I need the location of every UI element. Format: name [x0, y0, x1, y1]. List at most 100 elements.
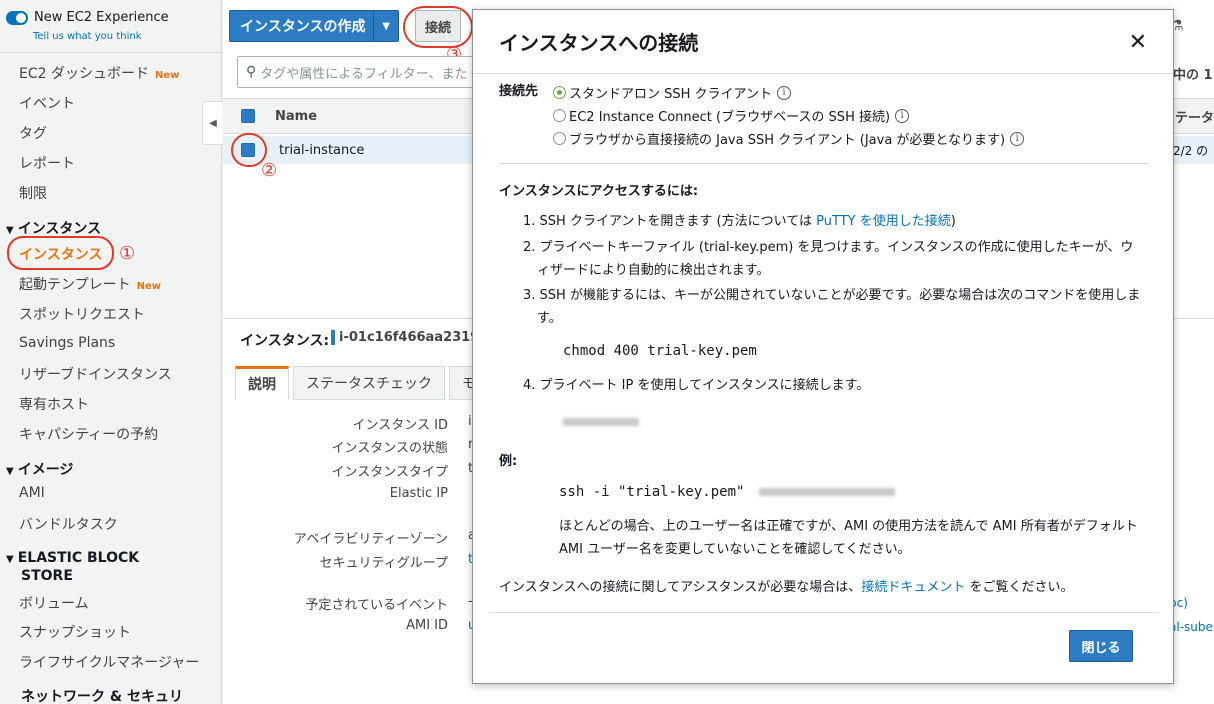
step-1: 1. SSH クライアントを開きます (方法については PuTTY を使用した接…: [523, 210, 1143, 233]
table-header: Name: [223, 98, 483, 134]
sidebar-item-launch-templates[interactable]: 起動テンプレート New: [19, 274, 161, 294]
annotation-number-1: ①: [119, 243, 136, 264]
prop-label: 予定されているイベント: [305, 598, 448, 613]
sidebar-item-limits[interactable]: 制限: [19, 183, 47, 203]
radio-label: スタンドアロン SSH クライアント: [569, 87, 773, 102]
close-icon[interactable]: ✕: [1129, 30, 1147, 55]
annotation-number-2: ②: [261, 160, 278, 181]
chmod-command: chmod 400 trial-key.pem: [563, 343, 757, 359]
caret-down-icon: ▼: [6, 225, 14, 236]
help-text: をご覧ください。: [965, 580, 1074, 595]
ssh-example-command: ssh -i "trial-key.pem": [559, 484, 895, 500]
prop-label: Elastic IP: [389, 486, 448, 501]
sidebar-item-bundle-tasks[interactable]: バンドルタスク: [19, 514, 118, 534]
sidebar-item-ami[interactable]: AMI: [19, 485, 45, 501]
connect-modal: インスタンスへの接続 ✕ 接続先 スタンドアロン SSH クライアント i EC…: [472, 9, 1174, 684]
sidebar-item-volumes[interactable]: ボリューム: [19, 593, 89, 613]
new-badge: New: [154, 70, 180, 81]
info-icon[interactable]: i: [895, 108, 910, 123]
info-icon[interactable]: i: [1010, 131, 1025, 146]
connect-docs-link[interactable]: 接続ドキュメント: [861, 580, 965, 595]
new-experience-toggle-row[interactable]: New EC2 Experience: [6, 10, 169, 25]
sidebar-item-snapshots[interactable]: スナップショット: [19, 622, 131, 642]
sidebar-item-label: EC2 ダッシュボード: [19, 66, 149, 82]
step-4: 4. プライベート IP を使用してインスタンスに接続します。: [523, 378, 870, 393]
divider: [0, 52, 222, 53]
radio-button[interactable]: [553, 132, 566, 145]
sidebar-item-savings-plans[interactable]: Savings Plans: [19, 335, 115, 351]
radio-java-ssh[interactable]: ブラウザから直接接続の Java SSH クライアント (Java が必要となり…: [553, 129, 1025, 148]
modal-header: インスタンスへの接続 ✕: [473, 10, 1173, 74]
vpc-link[interactable]: pc): [1169, 596, 1214, 610]
annotation-circle: [7, 236, 114, 270]
private-ip-redacted: [563, 414, 639, 430]
chevron-left-icon: ◀: [209, 117, 217, 129]
sidebar-item-events[interactable]: イベント: [19, 93, 75, 113]
caret-down-icon[interactable]: ▼: [373, 11, 398, 41]
subnet-link[interactable]: al-sube: [1169, 620, 1214, 634]
sidebar-section-instances[interactable]: ▼ インスタンス: [6, 218, 101, 238]
details-instance-id: i-01c16f466aa23194: [331, 330, 488, 345]
tab-description[interactable]: 説明: [235, 366, 289, 400]
ssh-command-text: ssh -i "trial-key.pem": [559, 484, 745, 500]
step-3: 3. SSH が機能するには、キーが公開されていないことが必要です。必要な場合は…: [523, 288, 1141, 326]
caret-down-icon: ▼: [6, 554, 14, 565]
username-note: ほとんどの場合、上のユーザー名は正確ですが、AMI の使用方法を読んで AMI …: [559, 519, 1138, 557]
details-title: インスタンス:: [240, 333, 330, 349]
toggle-label: New EC2 Experience: [34, 10, 169, 25]
step-text: 1. SSH クライアントを開きます (方法については: [523, 214, 817, 229]
new-badge: New: [136, 281, 161, 292]
step-text: ): [950, 214, 956, 229]
close-button[interactable]: 閉じる: [1069, 630, 1133, 662]
sidebar-item-dashboard[interactable]: EC2 ダッシュボード New: [19, 63, 179, 83]
section-label: ELASTIC BLOCK: [17, 550, 140, 566]
search-icon: ⚲: [246, 64, 257, 80]
sidebar-item-reserved-instances[interactable]: リザーブドインスタンス: [19, 364, 172, 384]
putty-link[interactable]: PuTTY を使用した接続: [816, 214, 951, 229]
select-all-checkbox[interactable]: [241, 109, 255, 123]
sidebar-section-ebs[interactable]: ▼ ELASTIC BLOCK: [6, 550, 139, 566]
sidebar-item-label: 起動テンプレート: [19, 277, 131, 293]
sidebar-item-tags[interactable]: タグ: [19, 123, 47, 143]
info-icon[interactable]: i: [777, 85, 792, 100]
radio-button[interactable]: [553, 109, 566, 122]
radio-label: ブラウザから直接接続の Java SSH クライアント (Java が必要となり…: [569, 133, 1006, 148]
filter-search-input[interactable]: ⚲ タグや属性によるフィルター、また: [237, 56, 477, 88]
column-header-name[interactable]: Name: [275, 109, 317, 124]
prop-label: AMI ID: [406, 618, 448, 633]
modal-title: インスタンスへの接続: [499, 31, 699, 55]
annotation-circle: [403, 6, 473, 48]
prop-label: インスタンスの状態: [331, 441, 448, 456]
sidebar-section-network[interactable]: ネットワーク & セキュリ: [21, 686, 183, 704]
sidebar-item-lifecycle-manager[interactable]: ライフサイクルマネージャー: [19, 652, 199, 672]
connect-to-label: 接続先: [499, 84, 539, 99]
launch-instance-button[interactable]: インスタンスの作成 ▼: [229, 10, 399, 42]
sidebar-section-images[interactable]: ▼ イメージ: [6, 459, 73, 479]
radio-standalone-ssh[interactable]: スタンドアロン SSH クライアント i: [553, 83, 792, 102]
sidebar-item-dedicated-hosts[interactable]: 専有ホスト: [19, 394, 89, 414]
example-label: 例:: [499, 454, 518, 469]
sidebar: New EC2 Experience Tell us what you thin…: [0, 0, 222, 704]
column-header-status[interactable]: テータ: [1173, 98, 1214, 134]
feedback-link[interactable]: Tell us what you think: [33, 31, 142, 42]
details-tabs: 説明 ステータスチェック モ: [235, 366, 493, 400]
toggle-switch[interactable]: [6, 10, 28, 25]
radio-instance-connect[interactable]: EC2 Instance Connect (ブラウザベースの SSH 接続) i: [553, 106, 910, 125]
prop-label: アベイラビリティーゾーン: [293, 532, 448, 547]
pagination-count: 中の 1: [1173, 68, 1213, 83]
section-label: インスタンス: [17, 221, 102, 237]
sidebar-item-spot-requests[interactable]: スポットリクエスト: [19, 304, 145, 324]
collapse-sidebar-button[interactable]: ◀: [202, 101, 224, 145]
step-2: 2. プライベートキーファイル (trial-key.pem) を見つけます。イ…: [523, 240, 1134, 278]
sidebar-item-reports[interactable]: レポート: [19, 153, 75, 173]
divider: [489, 612, 1159, 613]
section-label: イメージ: [17, 462, 74, 478]
search-placeholder: タグや属性によるフィルター、また: [260, 66, 468, 82]
caret-down-icon: ▼: [6, 466, 14, 477]
sidebar-item-capacity-reservations[interactable]: キャパシティーの予約: [19, 424, 158, 444]
status-check-cell: 2/2 の: [1173, 136, 1214, 164]
tab-status-checks[interactable]: ステータスチェック: [293, 366, 445, 400]
divider: [499, 163, 1149, 164]
radio-button[interactable]: [553, 86, 566, 99]
instance-name-cell: trial-instance: [279, 142, 365, 158]
